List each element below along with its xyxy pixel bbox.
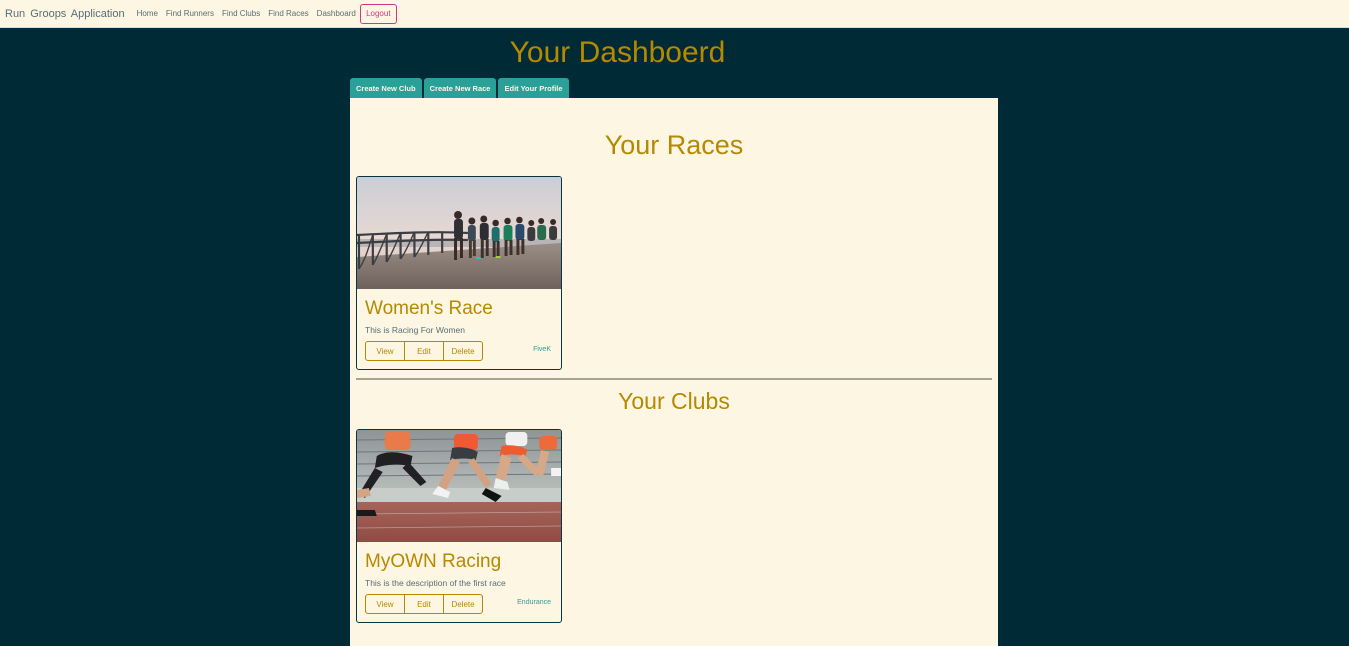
page-title: Your Dashboerd — [509, 36, 726, 69]
clubs-section-title: Your Clubs — [618, 388, 730, 414]
race-card-title: Women's Race — [365, 298, 493, 319]
race-card-button-group: View Edit Delete — [365, 341, 483, 361]
club-card-button-group: View Edit Delete — [365, 594, 483, 614]
top-navbar: Run Groops Application Home Find Runners… — [0, 0, 1349, 28]
club-edit-button[interactable]: Edit — [404, 594, 444, 614]
race-card: Women's Race This is Racing For Women Vi… — [356, 176, 562, 370]
brand-link[interactable]: Run Groops Application — [5, 8, 125, 20]
club-card-image — [357, 430, 561, 542]
section-divider — [356, 378, 992, 380]
edit-profile-button[interactable]: Edit Your Profile — [498, 78, 569, 98]
race-card-description: This is Racing For Women — [365, 325, 465, 335]
create-race-button[interactable]: Create New Race — [423, 78, 497, 98]
create-club-button[interactable]: Create New Club — [350, 78, 422, 98]
nav-links: Home Find Runners Find Clubs Find Races … — [137, 3, 397, 24]
race-edit-button[interactable]: Edit — [404, 341, 444, 361]
race-category-label: FiveK — [533, 346, 551, 353]
club-card-description: This is the description of the first rac… — [365, 578, 506, 588]
nav-find-clubs-link[interactable]: Find Clubs — [222, 9, 260, 18]
race-view-button[interactable]: View — [365, 341, 405, 361]
nav-find-runners-link[interactable]: Find Runners — [166, 9, 214, 18]
race-card-image — [357, 177, 561, 289]
dashboard-actions: Create New Club Create New Race Edit You… — [350, 78, 569, 98]
club-category-label: Endurance — [517, 599, 551, 606]
nav-dashboard-link[interactable]: Dashboard — [317, 9, 356, 18]
club-card-title: MyOWN Racing — [365, 551, 502, 572]
race-delete-button[interactable]: Delete — [443, 341, 483, 361]
dashboard-panel: Your Races Women's Race This is Racing F… — [350, 98, 998, 646]
club-delete-button[interactable]: Delete — [443, 594, 483, 614]
logout-button[interactable]: Logout — [359, 3, 397, 24]
nav-find-races-link[interactable]: Find Races — [268, 9, 308, 18]
club-view-button[interactable]: View — [365, 594, 405, 614]
nav-home-link[interactable]: Home — [137, 9, 158, 18]
races-section-title: Your Races — [604, 130, 744, 160]
club-card: MyOWN Racing This is the description of … — [356, 429, 562, 623]
